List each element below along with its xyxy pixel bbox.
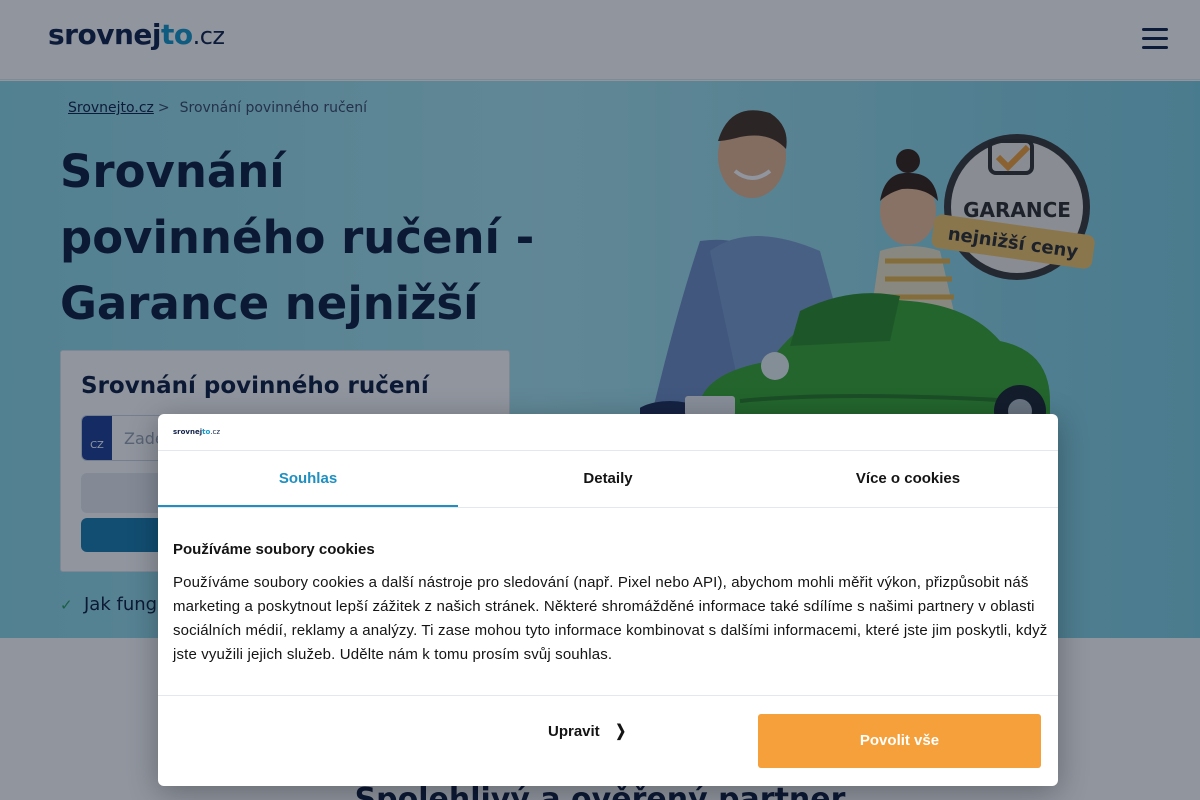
dialog-header: srovnejto.cz	[158, 414, 1058, 451]
cookie-dialog-footer: Upravit ❯ Povolit vše	[158, 695, 1058, 786]
dialog-logo-part-srovnej: srovnej	[173, 428, 203, 436]
allow-all-button[interactable]: Povolit vše	[758, 714, 1041, 768]
cookie-tabs: Souhlas Detaily Více o cookies	[158, 451, 1058, 508]
cookie-text: Používáme soubory cookies a další nástro…	[173, 574, 1048, 663]
dialog-logo-part-cz: .cz	[210, 428, 221, 436]
tab-souhlas[interactable]: Souhlas	[158, 451, 458, 507]
edit-cookies-label: Upravit	[548, 723, 600, 740]
tab-detaily[interactable]: Detaily	[458, 451, 758, 507]
cookie-consent-dialog: srovnejto.cz Souhlas Detaily Více o cook…	[158, 414, 1058, 786]
chevron-right-icon: ❯	[615, 723, 626, 740]
edit-cookies-button[interactable]: Upravit ❯	[548, 721, 627, 741]
cookie-heading: Používáme soubory cookies	[173, 541, 375, 558]
cookie-dialog-body: Používáme soubory cookies Používáme soub…	[173, 541, 1048, 667]
dialog-logo: srovnejto.cz	[173, 428, 220, 436]
tab-vice-o-cookies[interactable]: Více o cookies	[758, 451, 1058, 507]
